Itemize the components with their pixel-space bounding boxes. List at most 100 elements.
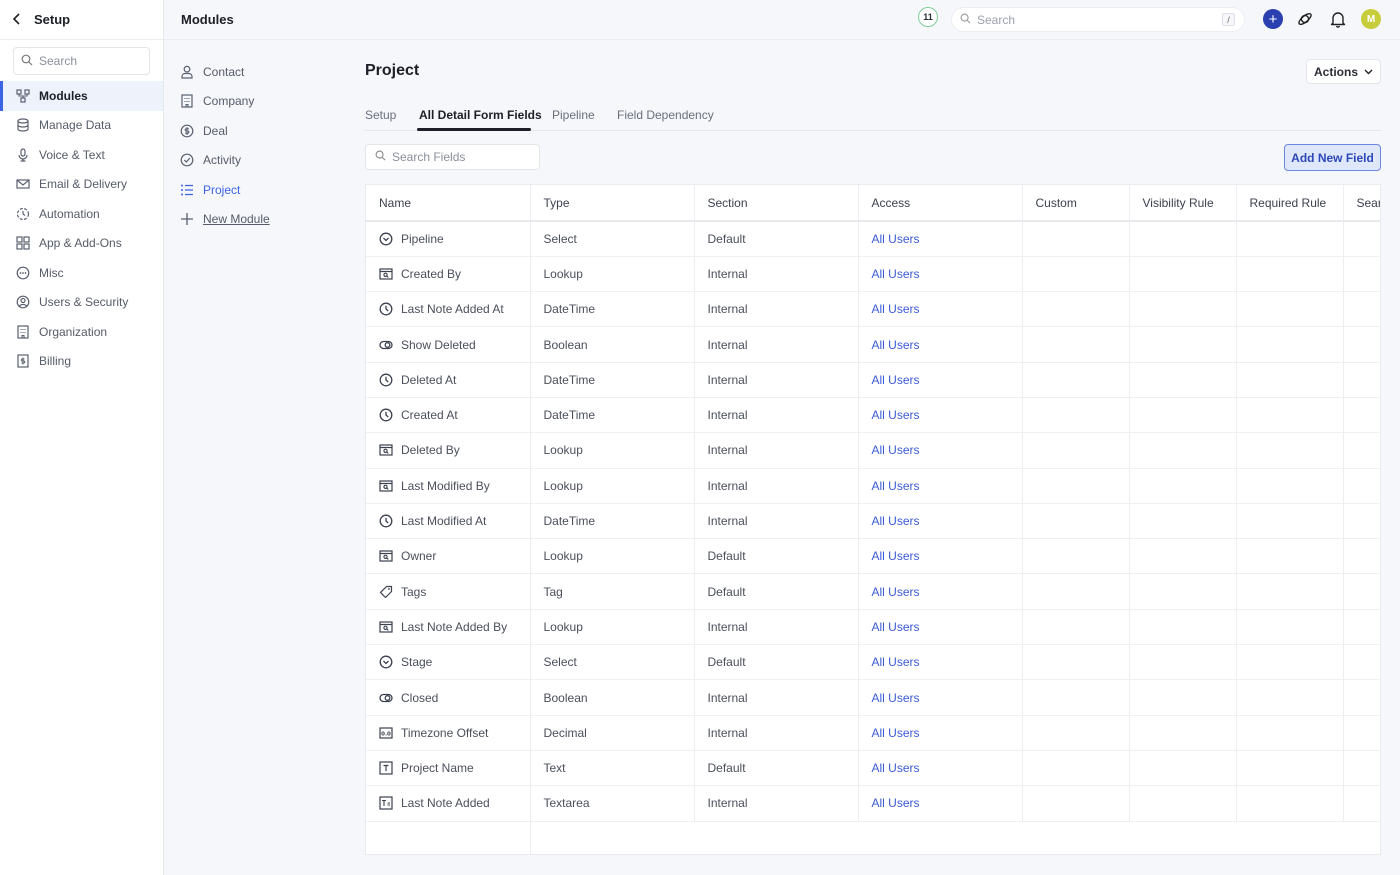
tab-all-detail-form-fields[interactable]: All Detail Form Fields — [419, 108, 542, 122]
module-item-new-module[interactable]: New Module — [179, 209, 270, 229]
user-avatar[interactable]: M — [1361, 9, 1381, 29]
module-item-company[interactable]: Company — [179, 91, 254, 111]
table-row[interactable]: Last Note Added Textarea Internal All Users — [366, 785, 1380, 822]
search-fields-input[interactable]: Search Fields — [365, 144, 540, 170]
sidebar-item-automation[interactable]: Automation — [0, 199, 163, 229]
sidebar-item-manage-data[interactable]: Manage Data — [0, 111, 163, 141]
module-item-contact[interactable]: Contact — [179, 62, 244, 82]
field-name-cell[interactable]: Created At — [366, 397, 531, 434]
table-row[interactable]: Owner Lookup Default All Users — [366, 538, 1380, 575]
column-header-searchable[interactable]: Searchable — [1343, 185, 1380, 222]
field-name-cell[interactable]: Tags — [366, 573, 531, 610]
column-header-name[interactable]: Name — [366, 185, 531, 222]
field-access-link[interactable]: All Users — [858, 573, 1023, 610]
global-search-input[interactable]: Search / — [951, 7, 1245, 32]
field-access-link[interactable]: All Users — [858, 644, 1023, 681]
field-custom-cell — [1022, 538, 1130, 575]
field-access-link[interactable]: All Users — [858, 291, 1023, 328]
table-row[interactable]: 0.0 Timezone Offset Decimal Internal All Use… — [366, 715, 1380, 751]
tab-field-dependency[interactable]: Field Dependency — [617, 108, 714, 122]
table-row[interactable]: Stage Select Default All Users — [366, 644, 1380, 681]
field-name-cell[interactable]: Pipeline — [366, 221, 531, 257]
field-access-link[interactable]: All Users — [858, 785, 1023, 822]
field-name-cell[interactable]: Project Name — [366, 750, 531, 787]
field-name-cell[interactable]: Owner — [366, 538, 531, 575]
field-required-rule-cell — [1236, 609, 1344, 646]
field-access-link[interactable]: All Users — [858, 221, 1023, 257]
field-name-cell[interactable]: Show Deleted — [366, 326, 531, 363]
check-circle-icon — [179, 152, 195, 168]
table-row[interactable]: Project Name Text Default All Users — [366, 750, 1380, 787]
tab-pipeline[interactable]: Pipeline — [552, 108, 595, 122]
field-required-rule-cell — [1236, 503, 1344, 540]
sidebar-item-billing[interactable]: Billing — [0, 347, 163, 377]
field-access-link[interactable]: All Users — [858, 326, 1023, 363]
table-row[interactable]: Created By Lookup Internal All Users — [366, 256, 1380, 293]
field-access-link[interactable]: All Users — [858, 503, 1023, 540]
column-header-section[interactable]: Section — [694, 185, 859, 222]
field-name-cell[interactable]: Created By — [366, 256, 531, 293]
field-access-link[interactable]: All Users — [858, 256, 1023, 293]
sidebar-item-app-add-ons[interactable]: App & Add-Ons — [0, 229, 163, 259]
table-row[interactable]: Show Deleted Boolean Internal All Users — [366, 326, 1380, 363]
field-name-cell[interactable]: 0.0 Timezone Offset — [366, 715, 531, 751]
sidebar-item-voice-text[interactable]: Voice & Text — [0, 140, 163, 170]
field-type-cell: Select — [530, 644, 695, 681]
sidebar-item-users-security[interactable]: Users & Security — [0, 288, 163, 318]
bell-icon[interactable] — [1330, 10, 1346, 28]
notification-count-badge[interactable]: 11 — [918, 7, 938, 27]
module-item-activity[interactable]: Activity — [179, 150, 241, 170]
create-plus-button[interactable]: + — [1263, 9, 1283, 29]
sidebar-item-modules[interactable]: Modules — [0, 81, 163, 111]
column-header-type[interactable]: Type — [530, 185, 695, 222]
field-access-link[interactable]: All Users — [858, 609, 1023, 646]
sidebar-item-label: Voice & Text — [39, 147, 105, 162]
table-row[interactable]: Pipeline Select Default All Users — [366, 221, 1380, 257]
field-name-cell[interactable]: Last Note Added — [366, 785, 531, 822]
field-name-cell[interactable]: Deleted By — [366, 432, 531, 469]
actions-dropdown-button[interactable]: Actions — [1306, 59, 1381, 84]
field-access-link[interactable]: All Users — [858, 538, 1023, 575]
field-required-rule-cell — [1236, 432, 1344, 469]
table-row[interactable]: Tags Tag Default All Users — [366, 573, 1380, 610]
field-access-link[interactable]: All Users — [858, 468, 1023, 504]
field-access-link[interactable]: All Users — [858, 715, 1023, 751]
module-item-project[interactable]: Project — [179, 180, 240, 200]
sidebar-item-organization[interactable]: Organization — [0, 317, 163, 347]
module-item-deal[interactable]: Deal — [179, 121, 228, 141]
sidebar-search-placeholder: Search — [39, 54, 78, 68]
text-icon — [379, 761, 393, 775]
table-row[interactable]: Deleted At DateTime Internal All Users — [366, 362, 1380, 398]
sidebar-item-email-delivery[interactable]: Email & Delivery — [0, 170, 163, 200]
tab-setup[interactable]: Setup — [365, 108, 396, 122]
column-header-required-rule[interactable]: Required Rule — [1236, 185, 1344, 222]
field-name-cell[interactable]: Deleted At — [366, 362, 531, 398]
table-row[interactable]: Created At DateTime Internal All Users — [366, 397, 1380, 434]
field-access-link[interactable]: All Users — [858, 362, 1023, 398]
field-access-link[interactable]: All Users — [858, 679, 1023, 716]
table-row[interactable]: Last Modified At DateTime Internal All User… — [366, 503, 1380, 540]
field-name-cell[interactable]: Stage — [366, 644, 531, 681]
field-name-cell[interactable]: Last Note Added At — [366, 291, 531, 328]
field-access-link[interactable]: All Users — [858, 397, 1023, 434]
field-name-cell[interactable]: Closed — [366, 679, 531, 716]
table-row[interactable]: Closed Boolean Internal All Users — [366, 679, 1380, 716]
column-header-access[interactable]: Access — [858, 185, 1023, 222]
sidebar-item-misc[interactable]: Misc — [0, 258, 163, 288]
field-name-cell[interactable]: Last Modified At — [366, 503, 531, 540]
field-name-cell[interactable]: Last Modified By — [366, 468, 531, 504]
table-row[interactable]: Last Note Added At DateTime Internal All Us… — [366, 291, 1380, 328]
field-access-link[interactable]: All Users — [858, 750, 1023, 787]
add-new-field-button[interactable]: Add New Field — [1284, 144, 1381, 171]
field-access-link[interactable]: All Users — [858, 432, 1023, 469]
table-row[interactable]: Deleted By Lookup Internal All Users — [366, 432, 1380, 469]
column-header-visibility-rule[interactable]: Visibility Rule — [1129, 185, 1237, 222]
sidebar-search-input[interactable]: Search — [13, 47, 150, 75]
field-name-cell[interactable]: Last Note Added By — [366, 609, 531, 646]
module-item-label: New Module — [203, 212, 270, 226]
rocket-icon[interactable] — [1296, 10, 1314, 28]
table-row[interactable]: Last Modified By Lookup Internal All Users — [366, 468, 1380, 504]
table-row[interactable]: Last Note Added By Lookup Internal All User… — [366, 609, 1380, 646]
back-icon[interactable] — [12, 12, 34, 28]
column-header-custom[interactable]: Custom — [1022, 185, 1130, 222]
